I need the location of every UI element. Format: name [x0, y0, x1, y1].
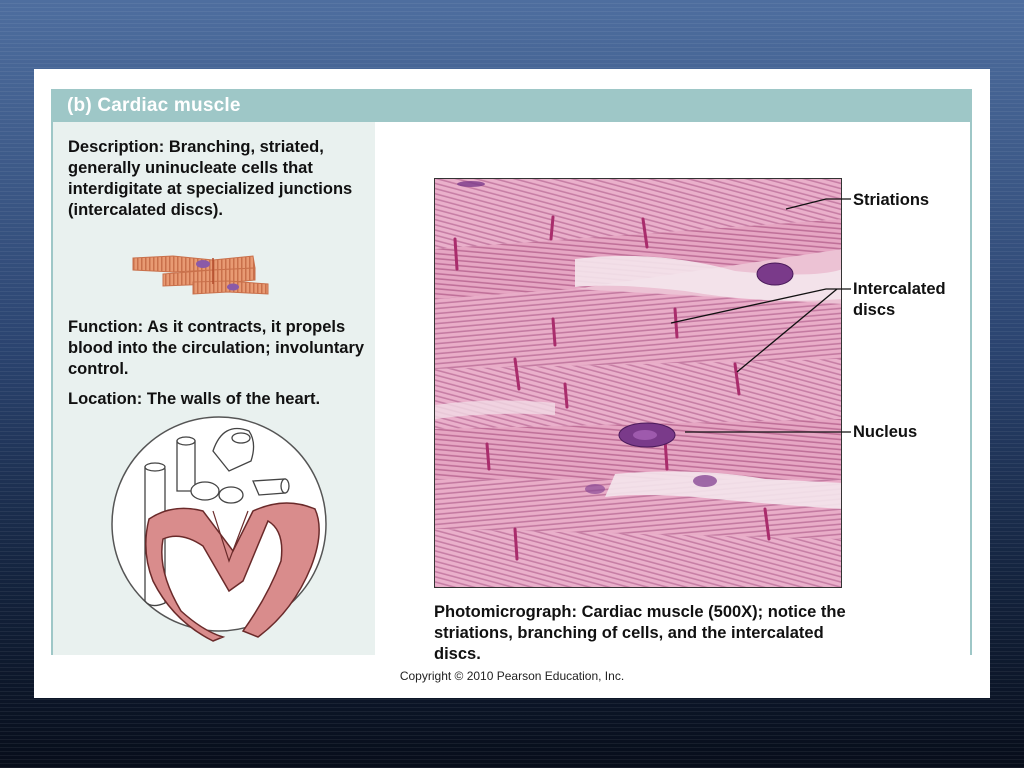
slide: (b) Cardiac muscle Description: Branchin…	[34, 69, 990, 698]
label-striations: Striations	[853, 191, 930, 209]
photomicrograph-caption: Photomicrograph: Cardiac muscle (500X); …	[434, 602, 874, 665]
caption-label: Photomicrograph:	[434, 603, 577, 621]
label-intercalated-discs: Intercalated discs	[853, 280, 946, 319]
figure-panel: (b) Cardiac muscle Description: Branchin…	[51, 89, 972, 663]
label-nucleus: Nucleus	[853, 423, 918, 441]
label-leader-lines	[670, 198, 851, 433]
copyright-notice: Copyright © 2010 Pearson Education, Inc.	[399, 669, 625, 683]
